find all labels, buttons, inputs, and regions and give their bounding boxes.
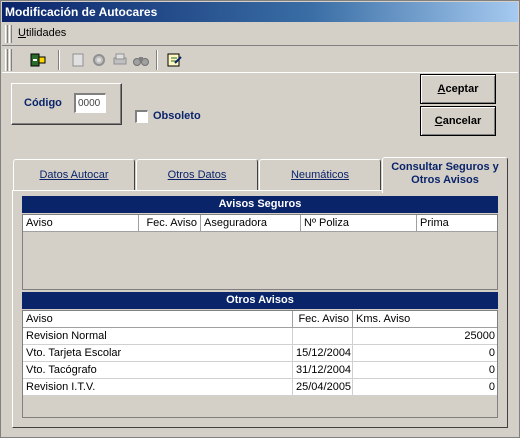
col-aseguradora[interactable]: Aseguradora: [201, 215, 301, 232]
aceptar-button[interactable]: Aceptar: [420, 74, 496, 104]
avisos-seguros-header: Avisos Seguros: [22, 196, 498, 213]
cell-aviso: Revision Normal: [23, 328, 293, 345]
exit-icon[interactable]: [28, 50, 48, 70]
cell-kms-aviso: 0: [353, 345, 497, 362]
codigo-input[interactable]: 0000: [74, 93, 106, 113]
table-row[interactable]: Vto. Tacógrafo 31/12/2004 0: [23, 362, 497, 379]
col-aviso[interactable]: Aviso: [23, 215, 139, 232]
cell-kms-aviso: 0: [353, 362, 497, 379]
tab-otros-datos[interactable]: Otros Datos: [136, 159, 258, 191]
col-kms-aviso[interactable]: Kms. Aviso: [353, 311, 497, 328]
otros-avisos-grid[interactable]: Aviso Fec. Aviso Kms. Aviso Revision Nor…: [22, 310, 498, 418]
toolbar-separator: [58, 50, 60, 70]
otros-avisos-header: Otros Avisos: [22, 292, 498, 309]
col-poliza[interactable]: Nº Poliza: [301, 215, 417, 232]
menu-bar: Utilidades: [2, 25, 518, 43]
tab-consultar-seguros[interactable]: Consultar Seguros y Otros Avisos: [382, 157, 508, 193]
cell-fec-aviso: 31/12/2004: [293, 362, 353, 379]
toolbar-grip: [5, 49, 8, 71]
col-aviso[interactable]: Aviso: [23, 311, 293, 328]
cell-fec-aviso: [293, 328, 353, 345]
cell-aviso: Vto. Tarjeta Escolar: [23, 345, 293, 362]
tab-datos-autocar[interactable]: Datos Autocar: [13, 159, 135, 191]
table-row[interactable]: Revision Normal 25000: [23, 328, 497, 345]
toolbar-grip: [9, 49, 12, 71]
menu-grip: [9, 25, 12, 43]
cancelar-button[interactable]: Cancelar: [420, 106, 496, 136]
codigo-label: Código: [24, 97, 62, 109]
new-doc-icon[interactable]: [68, 50, 88, 70]
title-bar: Modificación de Autocares: [2, 2, 518, 22]
col-fec-aviso[interactable]: Fec. Aviso: [293, 311, 353, 328]
cell-fec-aviso: 15/12/2004: [293, 345, 353, 362]
tab-neumaticos[interactable]: Neumáticos: [259, 159, 381, 191]
toolbar: [2, 45, 518, 73]
menu-grip: [5, 25, 8, 43]
cell-kms-aviso: 25000: [353, 328, 497, 345]
codigo-panel: Código 0000: [11, 83, 122, 125]
gear-icon[interactable]: [89, 50, 109, 70]
print-icon[interactable]: [110, 50, 130, 70]
table-row[interactable]: Vto. Tarjeta Escolar 15/12/2004 0: [23, 345, 497, 362]
tab-consultar-line1: Consultar Seguros y: [391, 161, 499, 173]
main-window: Modificación de Autocares Utilidades Cód…: [0, 0, 520, 438]
col-fec-aviso[interactable]: Fec. Aviso: [139, 215, 201, 232]
cell-aviso: Revision I.T.V.: [23, 379, 293, 396]
tab-consultar-line2: Otros Avisos: [411, 174, 479, 186]
toolbar-separator: [156, 50, 158, 70]
tab-panel: Avisos Seguros Aviso Fec. Aviso Asegurad…: [12, 190, 508, 428]
obsoleto-label: Obsoleto: [153, 110, 201, 122]
menu-utilidades[interactable]: Utilidades: [18, 27, 66, 39]
col-prima[interactable]: Prima: [417, 215, 497, 232]
cell-fec-aviso: 25/04/2005: [293, 379, 353, 396]
notes-icon[interactable]: [164, 50, 184, 70]
avisos-seguros-grid[interactable]: Aviso Fec. Aviso Aseguradora Nº Poliza P…: [22, 214, 498, 290]
cell-aviso: Vto. Tacógrafo: [23, 362, 293, 379]
obsoleto-checkbox[interactable]: [135, 110, 148, 123]
window-title: Modificación de Autocares: [5, 5, 158, 19]
find-icon[interactable]: [131, 50, 151, 70]
cell-kms-aviso: 0: [353, 379, 497, 396]
table-row[interactable]: Revision I.T.V. 25/04/2005 0: [23, 379, 497, 396]
